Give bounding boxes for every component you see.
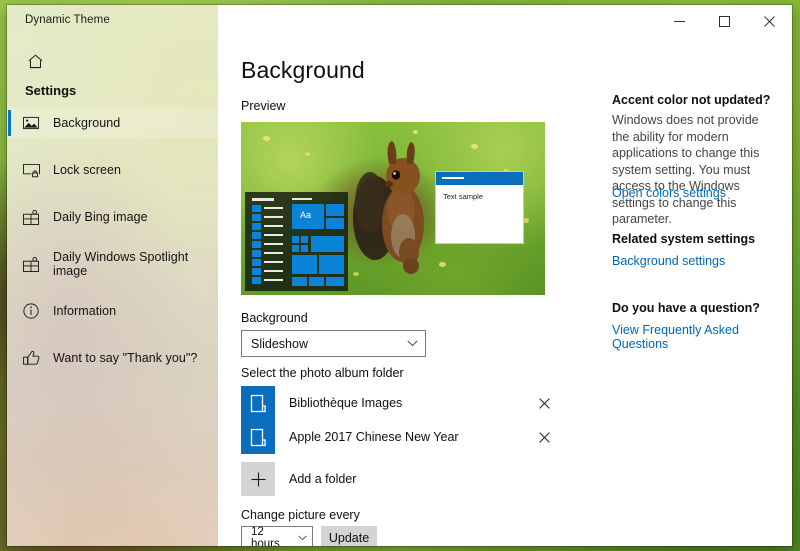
background-type-value: Slideshow xyxy=(251,336,308,351)
folder-name: Apple 2017 Chinese New Year xyxy=(289,430,459,444)
folder-section-label: Select the photo album folder xyxy=(241,366,404,380)
sidebar: Settings Background Lock screen Daily Bi… xyxy=(7,5,218,546)
sidebar-item-label: Daily Bing image xyxy=(53,210,148,224)
accent-color-heading: Accent color not updated? xyxy=(612,93,771,107)
folder-icon xyxy=(241,420,275,454)
selection-indicator xyxy=(8,110,11,136)
background-settings-link[interactable]: Background settings xyxy=(612,254,725,268)
change-picture-interval-dropdown[interactable]: 12 hours xyxy=(241,526,313,546)
page-title: Background xyxy=(241,57,365,83)
background-type-dropdown[interactable]: Slideshow xyxy=(241,330,426,357)
sidebar-item-label: Lock screen xyxy=(53,163,121,177)
sidebar-item-background[interactable]: Background xyxy=(7,108,218,138)
sidebar-item-lock-screen[interactable]: Lock screen xyxy=(7,155,218,185)
sidebar-item-daily-bing-image[interactable]: Daily Bing image xyxy=(7,202,218,232)
wallpaper-preview: Aa Text sample xyxy=(241,122,545,295)
sidebar-item-label: Daily Windows Spotlight image xyxy=(53,250,189,278)
text-sample-window: Text sample xyxy=(435,171,524,244)
main-content: Background Preview Aa Text sample Backgr… xyxy=(218,5,792,546)
sample-window-text: Text sample xyxy=(443,192,484,201)
update-button[interactable]: Update xyxy=(321,526,377,546)
question-heading: Do you have a question? xyxy=(612,301,760,315)
change-picture-interval-value: 12 hours xyxy=(251,525,280,547)
change-picture-label: Change picture every xyxy=(241,508,360,522)
sidebar-item-label: Background xyxy=(53,116,121,130)
info-circle-icon xyxy=(15,303,47,319)
sample-window-title-dash xyxy=(442,177,464,179)
start-tile-aa-label: Aa xyxy=(300,210,312,220)
gift-icon xyxy=(15,209,47,225)
sidebar-heading: Settings xyxy=(25,83,77,98)
faq-link[interactable]: View Frequently Asked Questions xyxy=(612,323,792,351)
sidebar-item-label: Want to say "Thank you"? xyxy=(53,351,198,365)
gift-icon xyxy=(15,256,47,272)
folder-icon xyxy=(241,386,275,420)
chevron-down-icon xyxy=(292,535,312,541)
home-icon[interactable] xyxy=(15,45,55,77)
add-folder-button[interactable] xyxy=(241,462,275,496)
sidebar-item-daily-windows-spotlight-image[interactable]: Daily Windows Spotlight image xyxy=(7,249,218,279)
open-colors-settings-link[interactable]: Open colors settings xyxy=(612,186,726,200)
sidebar-nav-list: Background Lock screen Daily Bing image … xyxy=(7,108,218,390)
add-folder-label: Add a folder xyxy=(289,472,357,486)
folder-row[interactable]: Bibliothèque Images xyxy=(241,386,553,420)
close-button[interactable] xyxy=(747,5,792,37)
chevron-down-icon xyxy=(399,340,425,347)
sidebar-item-thank-you[interactable]: Want to say "Thank you"? xyxy=(7,343,218,373)
folder-name: Bibliothèque Images xyxy=(289,396,403,410)
minimize-button[interactable] xyxy=(657,5,702,37)
lock-screen-icon xyxy=(15,163,47,178)
maximize-button[interactable] xyxy=(702,5,747,37)
sidebar-item-label: Information xyxy=(53,304,117,318)
window-title: Dynamic Theme xyxy=(25,14,110,26)
sidebar-item-information[interactable]: Information xyxy=(7,296,218,326)
picture-icon xyxy=(15,116,47,130)
sample-window-titlebar xyxy=(436,172,523,185)
related-settings-heading: Related system settings xyxy=(612,232,756,246)
start-menu-mock: Aa xyxy=(245,192,348,291)
app-window: Dynamic Theme Settings Background Lock s… xyxy=(7,5,792,546)
background-field-label: Background xyxy=(241,311,308,325)
folder-row[interactable]: Apple 2017 Chinese New Year xyxy=(241,420,553,454)
squirrel-photo-subject xyxy=(353,141,424,274)
remove-folder-icon[interactable] xyxy=(535,428,553,446)
thumbs-up-icon xyxy=(15,350,47,366)
accent-color-body: Windows does not provide the ability for… xyxy=(612,113,760,226)
desktop-wallpaper: Dynamic Theme Settings Background Lock s… xyxy=(0,0,800,551)
preview-label: Preview xyxy=(241,99,286,113)
remove-folder-icon[interactable] xyxy=(535,394,553,412)
